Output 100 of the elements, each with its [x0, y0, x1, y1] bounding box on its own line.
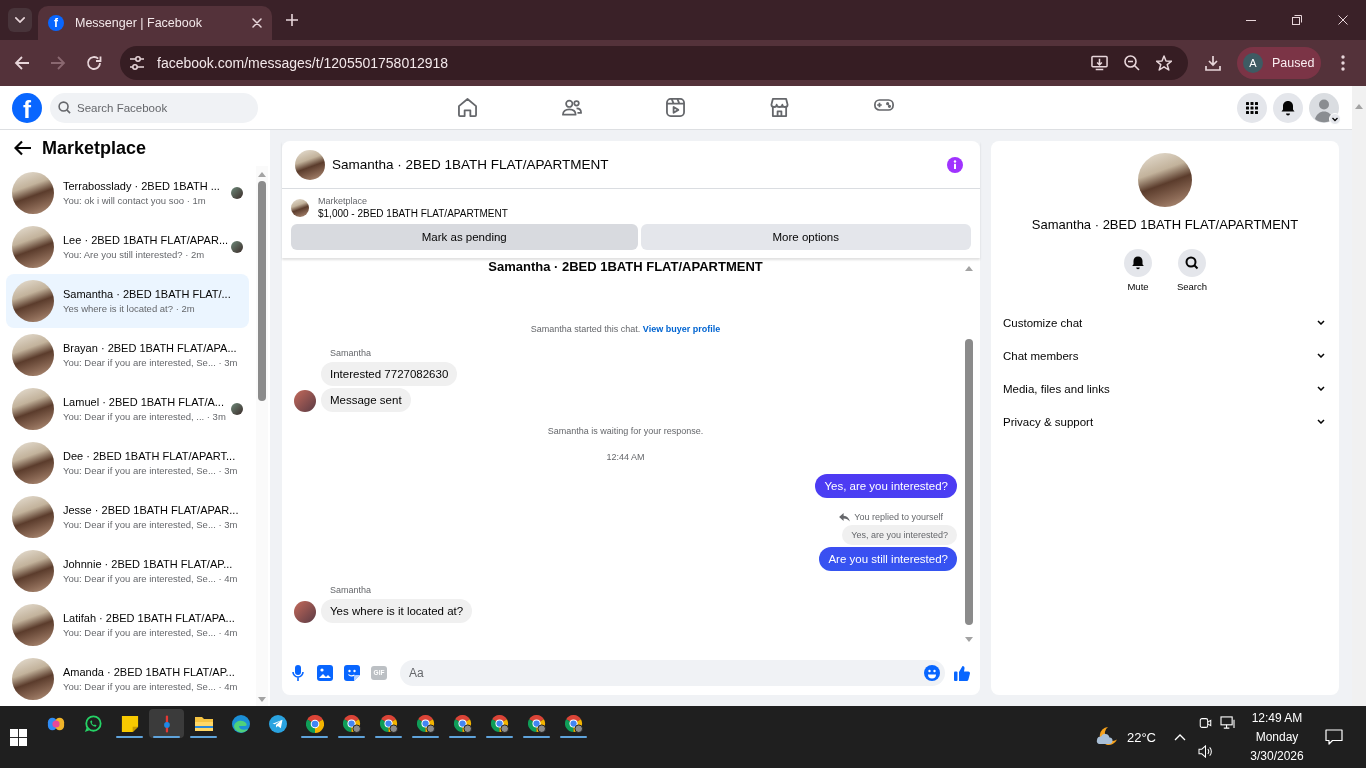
clock-day: Monday [1255, 727, 1299, 747]
grid-icon[interactable] [1237, 92, 1267, 123]
conversation-item[interactable]: Dee · 2BED 1BATH FLAT/APART... You: Dear if you are interested, Se... · 3m [6, 436, 249, 490]
plus-icon[interactable] [286, 14, 298, 26]
monitor-icon[interactable] [1219, 716, 1235, 729]
speaker-icon[interactable] [1197, 745, 1213, 758]
conversation-item[interactable]: Lee · 2BED 1BATH FLAT/APAR... You: Are you still interested? · 2m [6, 220, 249, 274]
camera-icon[interactable] [1198, 715, 1212, 730]
conversation-title: Jesse · 2BED 1BATH FLAT/APAR... [63, 504, 239, 516]
folder-icon [194, 715, 213, 732]
system-notice: Samantha is waiting for your response. [547, 426, 704, 436]
conversation-item[interactable]: Terrabosslady · 2BED 1BATH ... You: ok i will contact you soo · 1m [6, 166, 249, 220]
chat-title: Samantha · 2BED 1BATH FLAT/APARTMENT [1031, 217, 1299, 232]
conversation-item[interactable]: Samantha · 2BED 1BATH FLAT/... Yes where is it located at? · 2m [6, 274, 249, 328]
listing-photo [12, 658, 54, 700]
menu-icon[interactable] [1341, 55, 1345, 71]
listing-photo [12, 226, 54, 268]
profile-button[interactable]: A Paused [1237, 47, 1321, 79]
friends-icon[interactable] [561, 98, 582, 116]
close-icon[interactable] [1338, 15, 1348, 25]
thumbs-up-icon[interactable] [954, 664, 970, 681]
scrollbar-thumb[interactable] [965, 339, 973, 625]
browser-icon [564, 714, 583, 733]
conversation-item[interactable]: Johnnie · 2BED 1BATH FLAT/AP... You: Dear if you are interested, Se... · 4m [6, 544, 249, 598]
logo[interactable]: f [12, 92, 42, 123]
home-icon[interactable] [458, 98, 477, 117]
conversation-item[interactable]: Latifah · 2BED 1BATH FLAT/APA... You: Dear if you are interested, Se... · 4m [6, 598, 249, 652]
section-row[interactable]: Customize chat [991, 306, 1339, 339]
conversation-preview: You: Dear if you are interested, Se... · 4m [63, 681, 238, 692]
browser-icon [490, 714, 509, 733]
restore-icon[interactable] [1292, 15, 1302, 25]
video-icon[interactable] [666, 98, 685, 117]
info-icon[interactable] [947, 156, 963, 173]
conversation-title: Lee · 2BED 1BATH FLAT/APAR... [63, 234, 229, 246]
conversation-title: Latifah · 2BED 1BATH FLAT/APA... [63, 612, 235, 624]
search-field[interactable]: Search Facebook [50, 92, 258, 123]
message-bubble: Yes, are you interested? [815, 474, 957, 498]
reply-note: You replied to yourself [854, 512, 943, 522]
conversation-title: Brayan · 2BED 1BATH FLAT/APA... [63, 342, 237, 354]
close-icon[interactable] [252, 18, 262, 28]
notification-icon[interactable] [1325, 729, 1343, 745]
conversation-item[interactable]: Lamuel · 2BED 1BATH FLAT/A... You: Dear if you are interested, ... · 3m [6, 382, 249, 436]
zoom-out-icon[interactable] [1124, 55, 1140, 71]
page-scrollbar[interactable] [1352, 86, 1366, 706]
bell-icon [1124, 249, 1152, 277]
buyer-profile-link[interactable]: View buyer profile [642, 324, 721, 334]
conversation-item[interactable]: Jesse · 2BED 1BATH FLAT/APAR... You: Dear if you are interested, Se... · 3m [6, 490, 249, 544]
listing-photo [12, 388, 54, 430]
tab-search-button[interactable] [8, 8, 32, 32]
system-notice: Samantha started this chat. View buyer profile [530, 324, 721, 334]
search-button[interactable]: Search [1172, 249, 1212, 292]
conversation-preview: You: Dear if you are interested, Se... · 3m [63, 465, 238, 476]
windows-icon[interactable] [10, 728, 27, 746]
action-button[interactable]: More options [640, 224, 971, 250]
site-logo: f [48, 15, 64, 31]
install-icon[interactable] [1091, 55, 1108, 71]
download-icon[interactable] [1205, 55, 1221, 71]
microphone-icon[interactable] [292, 664, 304, 681]
browser-tab[interactable]: f Messenger | Facebook [38, 6, 272, 40]
message-input[interactable]: Aa [400, 659, 945, 686]
conversation-title: Terrabosslady · 2BED 1BATH ... [63, 180, 220, 192]
sender-name: Samantha [330, 585, 372, 595]
quoted-message: Yes, are you interested? [842, 525, 957, 545]
conversation-item[interactable]: Brayan · 2BED 1BATH FLAT/APA... You: Dear if you are interested, Se... · 3m [6, 328, 249, 382]
chevron-icon[interactable] [1329, 112, 1341, 125]
listing-name: $1,000 - 2BED 1BATH FLAT/APARTMENT [318, 208, 508, 219]
section-row[interactable]: Media, files and links [991, 372, 1339, 405]
conversation-preview: You: Dear if you are interested, Se... · 4m [63, 573, 238, 584]
back-arrow-icon[interactable] [14, 140, 32, 156]
action-button[interactable]: Mark as pending [291, 224, 638, 250]
emoji-icon[interactable] [924, 664, 940, 681]
minimize-icon[interactable] [1246, 19, 1256, 21]
pin-icon [162, 714, 171, 733]
star-icon[interactable] [1156, 55, 1172, 71]
sender-name: Samantha [330, 348, 372, 358]
scrollbar-thumb[interactable] [258, 181, 266, 401]
chevron-down-icon [15, 17, 25, 23]
scrollbar[interactable] [256, 166, 268, 706]
sticker-icon[interactable] [344, 664, 360, 681]
conversation-item[interactable]: Amanda · 2BED 1BATH FLAT/AP... You: Dear if you are interested, Se... · 4m [6, 652, 249, 706]
clock-time: 12:49 AM [1251, 709, 1303, 727]
mute-button[interactable]: Mute [1118, 249, 1158, 292]
bell-icon[interactable] [1273, 92, 1303, 123]
address-bar[interactable]: facebook.com/messages/t/1205501758012918 [120, 46, 1188, 80]
section-row[interactable]: Privacy & support [991, 405, 1339, 438]
browser-icon [305, 714, 324, 733]
conversation-title: Samantha · 2BED 1BATH FLAT/... [63, 288, 231, 300]
reload-icon[interactable] [86, 55, 102, 71]
message-bubble: Are you still interested? [819, 547, 957, 571]
gamepad-icon[interactable] [873, 98, 894, 112]
store-icon[interactable] [770, 98, 789, 117]
section-row[interactable]: Chat members [991, 339, 1339, 372]
site-settings-icon[interactable] [129, 55, 145, 71]
conversation-preview: Yes where is it located at? · 2m [63, 303, 195, 314]
conversation-preview: You: ok i will contact you soo · 1m [63, 195, 206, 206]
swirl-icon [231, 714, 250, 733]
chevron-up-icon[interactable] [1174, 733, 1186, 741]
image-icon[interactable] [317, 664, 333, 681]
conversation-preview: You: Dear if you are interested, Se... · 3m [63, 519, 238, 530]
clock-date: 3/30/2026 [1250, 747, 1304, 765]
